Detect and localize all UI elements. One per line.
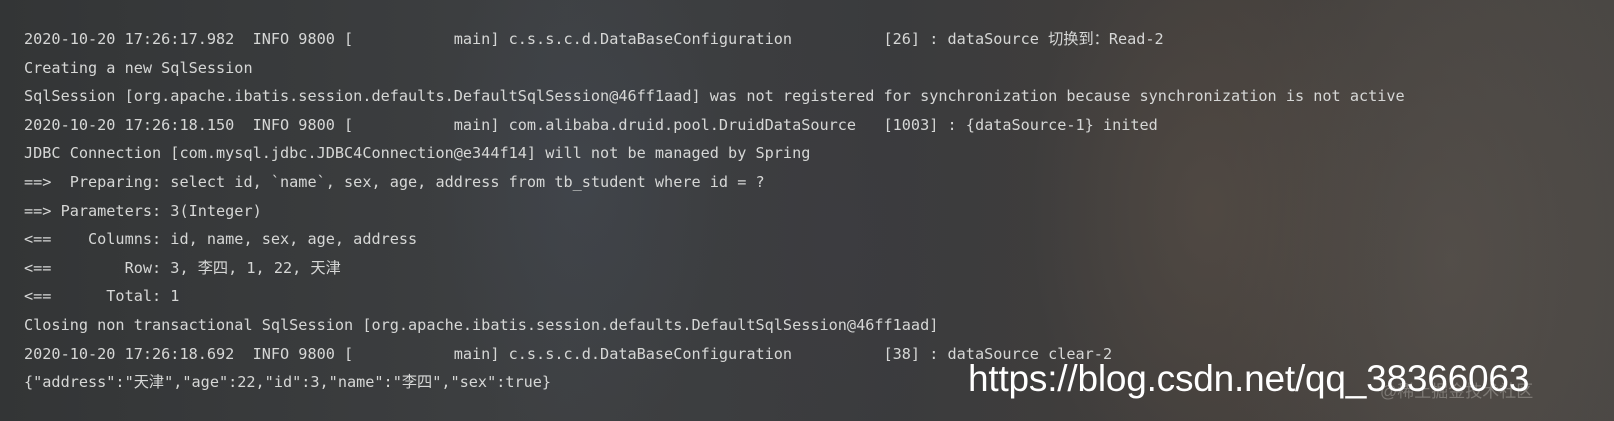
log-line: <== Row: 3, 李四, 1, 22, 天津	[24, 258, 341, 277]
log-line: <== Columns: id, name, sex, age, address	[24, 230, 418, 249]
blog-url-watermark: https://blog.csdn.net/qq_38366063	[968, 358, 1530, 399]
console-output-panel: 2020-10-20 17:26:17.982 INFO 9800 [ main…	[0, 0, 1614, 421]
log-line: SqlSession [org.apache.ibatis.session.de…	[24, 87, 1405, 106]
log-line: 2020-10-20 17:26:17.982 INFO 9800 [ main…	[24, 30, 1164, 48]
log-line: <== Total: 1	[24, 287, 180, 306]
log-line: ==> Parameters: 3(Integer)	[24, 201, 262, 220]
log-line: JDBC Connection [com.mysql.jdbc.JDBC4Con…	[24, 144, 811, 163]
log-line: Creating a new SqlSession	[24, 58, 253, 77]
log-line: Closing non transactional SqlSession [or…	[24, 315, 939, 334]
log-line: 2020-10-20 17:26:18.150 INFO 9800 [ main…	[24, 115, 1158, 134]
log-line: ==> Preparing: select id, `name`, sex, a…	[24, 172, 765, 191]
log-lines: 2020-10-20 17:26:17.982 INFO 9800 [ main…	[24, 25, 1405, 397]
